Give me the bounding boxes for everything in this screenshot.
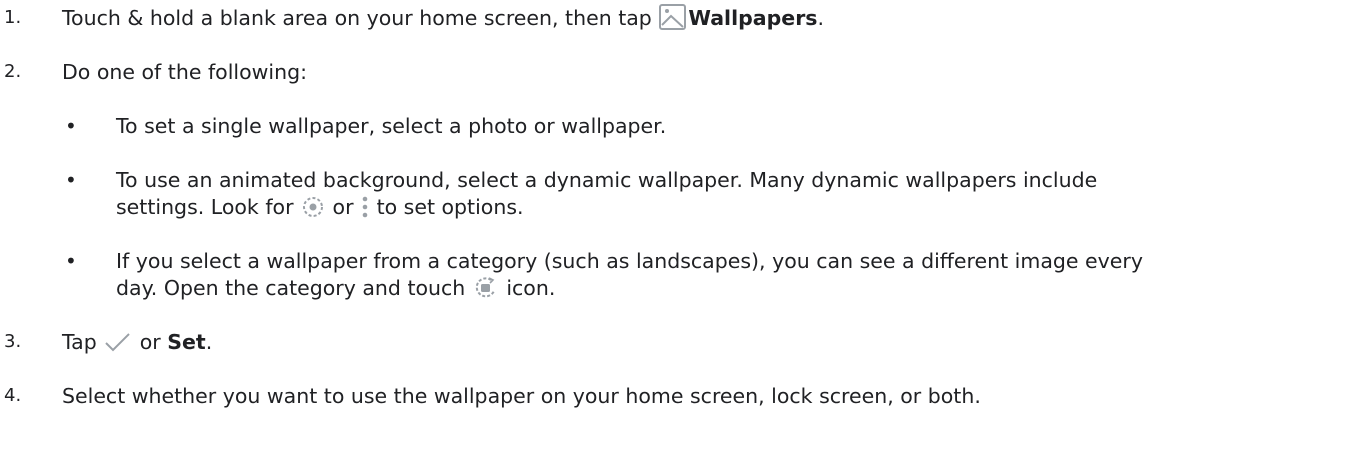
rotate-image-icon [472,275,500,301]
bullet-text-middle: or [326,195,361,219]
bullet-text-after: to set options. [370,195,524,219]
instructions-document: 1. Touch & hold a blank area on your hom… [0,0,1351,470]
bullet-text: To use an animated background, select a … [116,168,1098,192]
step-number: 1. [4,7,22,28]
bullet-dot: • [65,168,77,192]
step-text-after: . [817,6,825,30]
step-text-middle: or [133,330,168,354]
step-text-before: Touch & hold a blank area on your home s… [62,6,659,30]
step-text: Select whether you want to use the wallp… [62,384,981,408]
bullet-text-after: icon. [499,276,556,300]
set-label: Set [167,330,206,354]
bullet-text: To set a single wallpaper, select a phot… [116,114,667,138]
step-text-after: . [205,330,213,354]
gear-icon [300,194,326,220]
step-number: 3. [4,331,22,352]
bullet-text-before: settings. Look for [116,195,301,219]
bullet-dot: • [65,114,77,138]
wallpaper-image-icon [658,3,688,31]
more-vertical-icon [360,194,370,220]
bullet-dot: • [65,249,77,273]
bullet-text: settings. Look for or to set options. [116,192,524,222]
wallpapers-label: Wallpapers [688,6,818,30]
step-text: Do one of the following: [62,60,308,84]
bullet-text-before: day. Open the category and touch [116,276,472,300]
step-text: Tap or Set. [62,327,212,357]
bullet-text: day. Open the category and touch icon. [116,273,555,303]
step-number: 4. [4,385,22,406]
checkmark-icon [103,329,133,355]
bullet-text: If you select a wallpaper from a categor… [116,249,1143,273]
step-text: Touch & hold a blank area on your home s… [62,3,824,33]
step-text-before: Tap [62,330,104,354]
step-number: 2. [4,61,22,82]
